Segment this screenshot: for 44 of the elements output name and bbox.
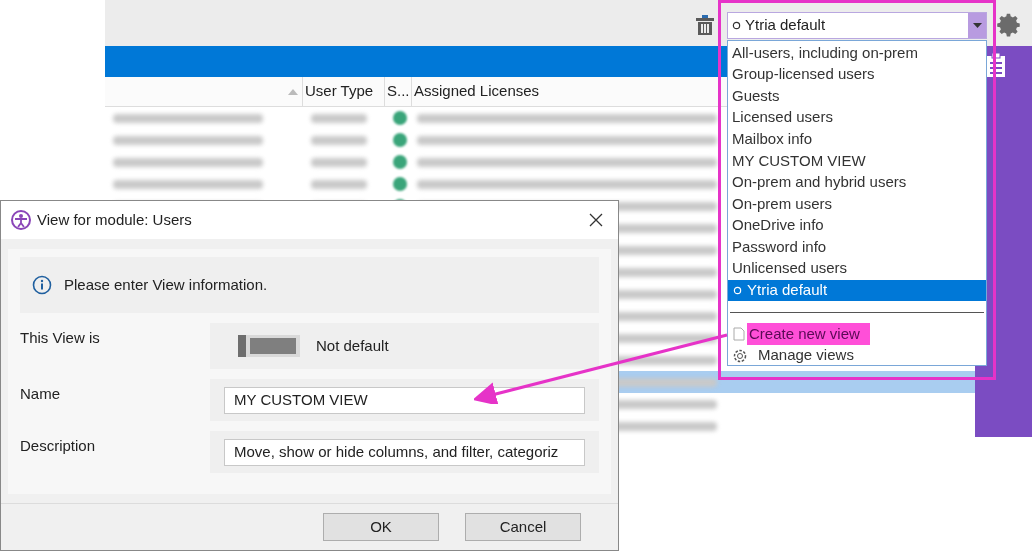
gear-icon: [732, 347, 748, 364]
dialog-button[interactable]: OK: [323, 513, 439, 541]
view-menu-item[interactable]: Group-licensed users: [728, 63, 986, 86]
view-menu-item[interactable]: Password info: [728, 236, 986, 258]
column-header[interactable]: User Type: [303, 77, 385, 106]
column-header[interactable]: Assigned Licenses: [412, 77, 542, 106]
page-icon: [733, 326, 745, 341]
text-field[interactable]: Move, show or hide columns, and filter, categoriz: [224, 438, 585, 466]
view-menu-item[interactable]: Mailbox info: [728, 128, 986, 150]
trash-icon[interactable]: [695, 14, 715, 36]
blurred-text: [311, 179, 367, 189]
view-menu-item[interactable]: MY CUSTOM VIEW: [728, 149, 986, 172]
combo-value: Ytria default: [745, 15, 827, 36]
settings-icon[interactable]: [997, 12, 1023, 38]
app-logo-icon: [11, 210, 31, 230]
view-menu-item[interactable]: OneDrive info: [728, 214, 986, 237]
field-label: Description: [20, 436, 97, 456]
view-menu-item[interactable]: On-prem users: [728, 193, 986, 215]
view-menu-item[interactable]: Unlicensed users: [728, 257, 986, 280]
dialog-button[interactable]: Cancel: [465, 513, 581, 541]
reset-icon: [732, 21, 741, 30]
view-menu-item[interactable]: All-users, including on-prem: [728, 42, 986, 64]
field-label: This View is: [20, 328, 101, 348]
view-menu-item[interactable]: Ytria default: [728, 279, 986, 302]
window-title: View for module: Users: [37, 209, 192, 230]
info-message: Please enter View information.: [64, 274, 268, 295]
field-label: Name: [20, 384, 61, 404]
close-icon[interactable]: [589, 213, 603, 227]
view-menu-item[interactable]: On-prem and hybrid users: [728, 171, 986, 194]
text-field[interactable]: MY CUSTOM VIEW: [224, 386, 585, 414]
view-combo[interactable]: Ytria default: [727, 12, 987, 39]
caret-icon: [972, 23, 982, 28]
view-menu-item[interactable]: Guests: [728, 85, 986, 107]
view-menu-item[interactable]: Manage views: [728, 344, 986, 367]
view-menu-item[interactable]: Licensed users: [728, 106, 986, 129]
info-icon: [32, 275, 52, 295]
blurred-text: [311, 135, 367, 145]
dropdown-button[interactable]: [968, 13, 986, 38]
blurred-text: [311, 157, 367, 167]
toggle-state-text: Not default: [316, 335, 389, 356]
reset-icon: [733, 285, 742, 295]
column-header[interactable]: S...: [385, 77, 412, 106]
toggle-switch[interactable]: [238, 335, 300, 357]
blurred-text: [311, 113, 367, 123]
